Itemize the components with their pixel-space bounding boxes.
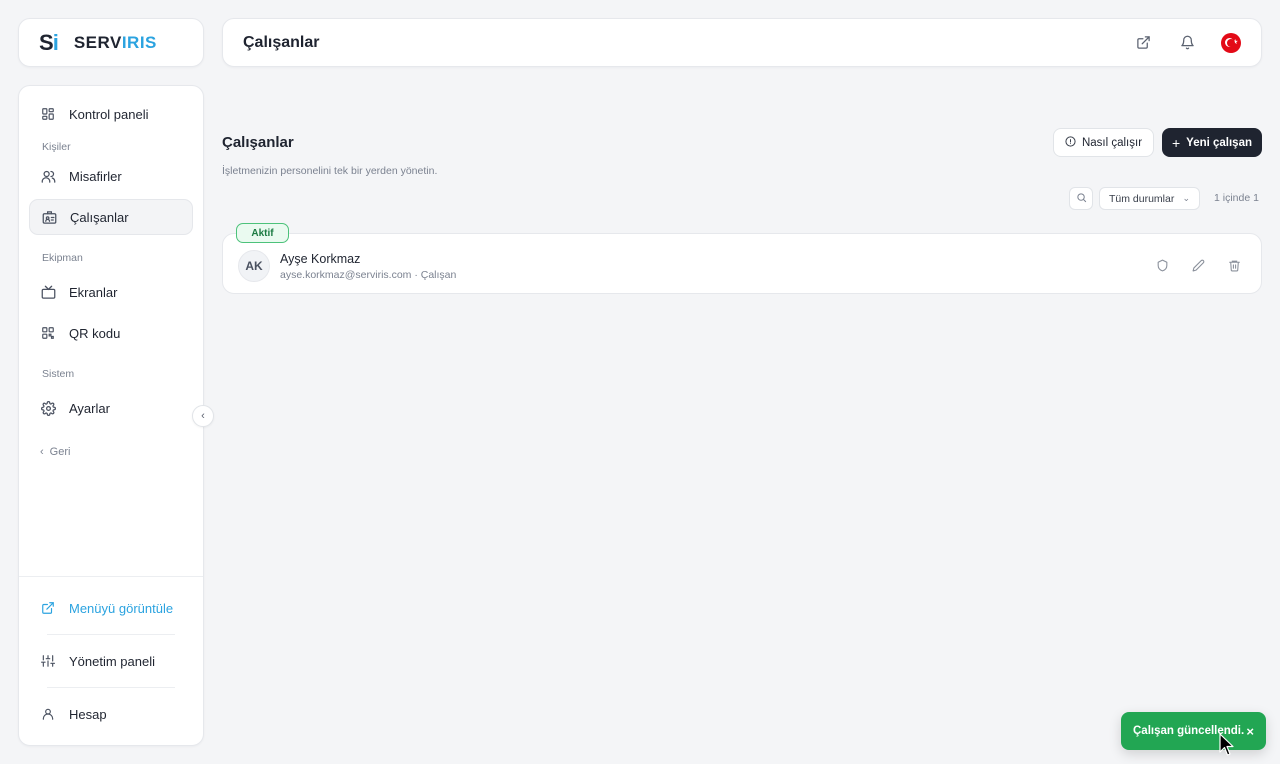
- sidebar-item-dashboard[interactable]: Kontrol paneli: [29, 96, 193, 132]
- mouse-cursor-icon: [1219, 733, 1234, 756]
- sidebar-item-employees[interactable]: Çalışanlar: [29, 199, 193, 235]
- header-title: Çalışanlar: [243, 33, 320, 51]
- turkey-flag-icon[interactable]: ★: [1221, 32, 1241, 53]
- section-label-people: Kişiler: [42, 141, 71, 153]
- top-header: Çalışanlar ★: [222, 18, 1262, 67]
- sliders-icon: [40, 653, 56, 669]
- external-link-icon[interactable]: [1133, 33, 1153, 53]
- status-filter-select[interactable]: Tüm durumlar ⌄: [1099, 187, 1200, 210]
- employee-meta: ayse.korkmaz@serviris.com · Çalışan: [280, 269, 457, 281]
- back-label: Geri: [49, 446, 71, 458]
- shield-icon[interactable]: [1154, 257, 1170, 273]
- sidebar-item-settings[interactable]: Ayarlar: [29, 390, 193, 426]
- sidebar-item-label: Ekranlar: [69, 284, 118, 300]
- external-link-icon: [40, 600, 56, 616]
- page-title: Çalışanlar: [222, 134, 294, 151]
- sidebar-item-label: QR kodu: [69, 325, 121, 341]
- admin-panel-link[interactable]: Yönetim paneli: [29, 640, 193, 682]
- logo-text: SERVIRIS: [73, 32, 157, 52]
- admin-panel-label: Yönetim paneli: [69, 653, 155, 669]
- sidebar-item-label: Misafirler: [69, 168, 122, 184]
- how-it-works-label: Nasıl çalışır: [1081, 136, 1143, 149]
- avatar: AK: [238, 250, 270, 282]
- row-actions: [1154, 257, 1242, 273]
- close-icon[interactable]: ×: [1246, 724, 1254, 739]
- sidebar-item-label: Ayarlar: [69, 400, 110, 416]
- result-count: 1 içinde 1: [1214, 192, 1259, 204]
- sidebar-item-label: Çalışanlar: [70, 209, 129, 225]
- info-icon: [1065, 135, 1076, 150]
- account-link[interactable]: Hesap: [29, 693, 193, 735]
- sidebar-item-screens[interactable]: Ekranlar: [29, 274, 193, 310]
- section-label-equipment: Ekipman: [42, 252, 83, 264]
- logo-mark: Si: [39, 29, 59, 55]
- employee-name: Ayşe Korkmaz: [280, 252, 361, 266]
- section-label-system: Sistem: [42, 368, 75, 380]
- sidebar: Kontrol paneli Kişiler Misafirler Çalışa…: [18, 85, 204, 746]
- qr-code-icon: [40, 325, 56, 341]
- bell-icon[interactable]: [1177, 33, 1197, 53]
- status-filter-value: Tüm durumlar: [1109, 192, 1175, 205]
- new-employee-label: Yeni çalışan: [1186, 136, 1253, 149]
- back-link[interactable]: ‹ Geri: [29, 440, 193, 464]
- header-actions: ★: [1133, 32, 1241, 53]
- sidebar-bottom: Menüyü görüntüle Yönetim paneli Hesap: [19, 576, 203, 745]
- users-icon: [40, 168, 56, 184]
- how-it-works-button[interactable]: Nasıl çalışır: [1053, 128, 1154, 157]
- grid-icon: [40, 106, 56, 122]
- chevron-left-icon: ‹: [40, 446, 44, 458]
- user-icon: [40, 706, 56, 722]
- status-badge: Aktif: [236, 223, 289, 243]
- plus-icon: +: [1171, 134, 1181, 151]
- logo[interactable]: Si SERVIRIS: [18, 18, 204, 67]
- view-menu-link[interactable]: Menüyü görüntüle: [29, 587, 193, 629]
- search-icon: [1076, 190, 1087, 208]
- new-employee-button[interactable]: + Yeni çalışan: [1162, 128, 1262, 157]
- trash-icon[interactable]: [1226, 257, 1242, 273]
- chevron-down-icon: ⌄: [1182, 193, 1190, 203]
- gear-icon: [40, 400, 56, 416]
- sidebar-item-qr[interactable]: QR kodu: [29, 315, 193, 351]
- id-badge-icon: [41, 209, 57, 225]
- collapse-sidebar-button[interactable]: ‹: [192, 405, 214, 427]
- page-subtitle: İşletmenizin personelini tek bir yerden …: [222, 165, 438, 177]
- pencil-icon[interactable]: [1190, 257, 1206, 273]
- account-label: Hesap: [69, 706, 107, 722]
- chevron-left-icon: ‹: [201, 410, 205, 422]
- sidebar-item-label: Kontrol paneli: [69, 106, 149, 122]
- search-button[interactable]: [1069, 187, 1093, 210]
- toast-notification: Çalışan güncellendi. ×: [1121, 712, 1266, 750]
- view-menu-label: Menüyü görüntüle: [69, 600, 174, 616]
- sidebar-item-guests[interactable]: Misafirler: [29, 158, 193, 194]
- tv-icon: [40, 284, 56, 300]
- table-row[interactable]: [222, 233, 1262, 294]
- divider: [47, 687, 175, 688]
- divider: [47, 634, 175, 635]
